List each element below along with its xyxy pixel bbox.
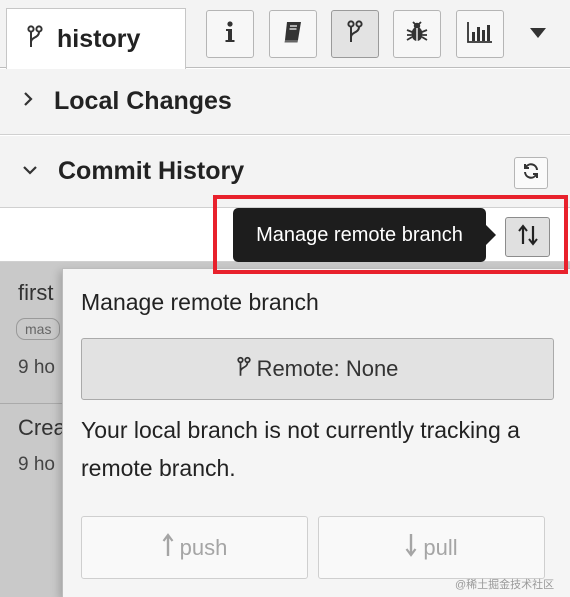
commit-time: 9 ho [18,454,55,475]
info-icon [222,20,238,49]
commit-message: first [18,280,54,305]
remote-select-label: Remote: None [256,356,399,381]
commit-message: Crea [18,415,64,440]
tab-bar: history [0,0,570,69]
popover-title: Manage remote branch [81,289,319,315]
pull-label: pull [423,534,458,560]
debug-button[interactable] [393,10,441,58]
chevron-down-icon [22,163,38,181]
section-commit-history-label: Commit History [58,157,245,185]
section-local-changes-label: Local Changes [54,87,232,115]
arrow-up-icon [162,533,174,562]
branch-badge: mas [16,318,61,340]
push-button[interactable]: push [81,516,308,579]
chevron-down-icon[interactable] [530,28,546,38]
git-branch-icon [347,19,363,49]
info-button[interactable] [206,10,254,58]
refresh-button[interactable] [514,157,548,189]
popover-message: Your local branch is not currently track… [81,417,520,481]
commit-time: 9 ho [18,357,55,378]
highlight-box [213,195,568,274]
pull-button[interactable]: pull [318,516,545,579]
stats-button[interactable] [456,10,504,58]
tab-history-label: history [57,24,141,53]
remote-select-button[interactable]: Remote: None [81,338,554,400]
watermark: @稀土掘金技术社区 [455,579,555,591]
book-icon [282,20,304,49]
git-branch-icon [236,356,251,383]
push-label: push [179,534,228,560]
remote-branch-popover: Manage remote branch Remote: None Your l… [62,268,570,597]
docs-button[interactable] [269,10,317,58]
list-item[interactable]: Crea 9 ho [0,404,64,494]
bar-chart-icon [467,21,493,48]
tab-history[interactable]: history [6,8,186,69]
chevron-right-icon [22,91,34,112]
arrow-down-icon [405,533,417,562]
history-tool-button[interactable] [331,10,379,58]
git-branch-icon [27,24,43,54]
bug-icon [405,20,429,49]
refresh-icon [522,162,540,185]
list-item[interactable]: first mas 9 ho [0,262,64,403]
section-local-changes[interactable]: Local Changes [0,69,570,135]
